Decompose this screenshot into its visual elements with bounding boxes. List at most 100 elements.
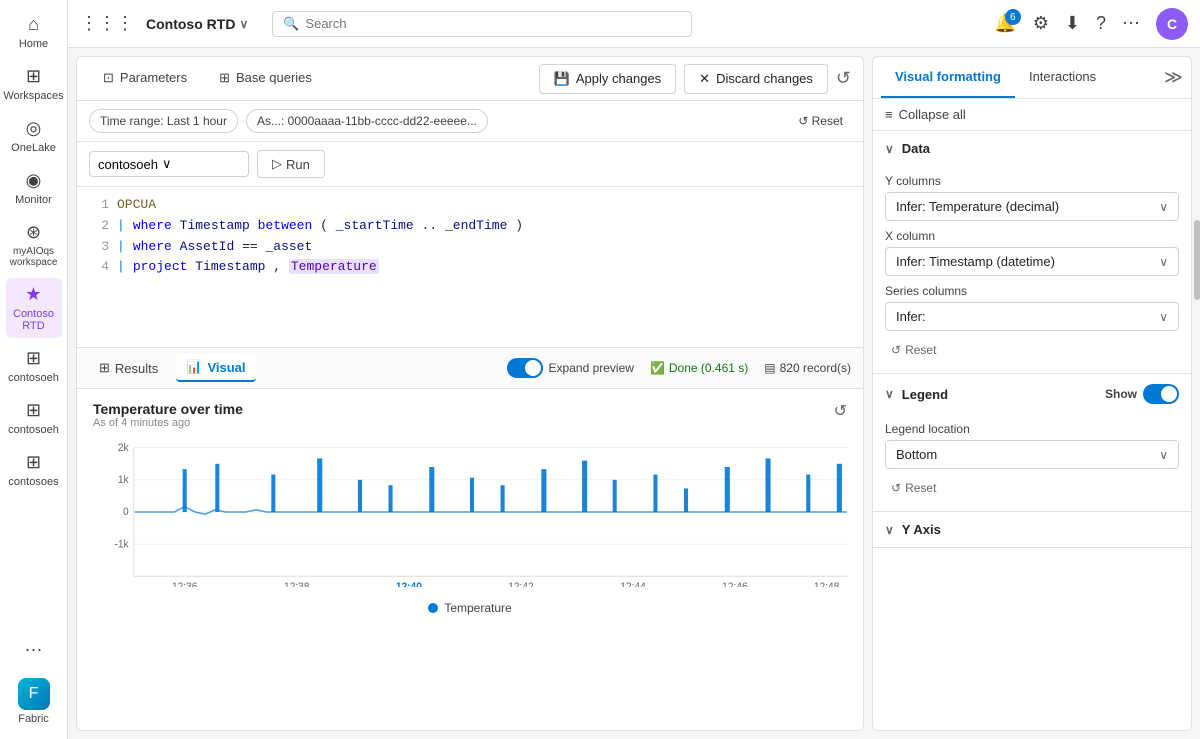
sidebar-item-contosoes[interactable]: ⊞ contosoes bbox=[6, 446, 62, 494]
discard-icon: ✕ bbox=[699, 71, 710, 87]
share-icon[interactable]: ⋯ bbox=[1122, 13, 1140, 34]
collapse-all-button[interactable]: ≡ Collapse all bbox=[873, 99, 1191, 131]
download-icon[interactable]: ⬇ bbox=[1065, 13, 1080, 34]
avatar[interactable]: C bbox=[1156, 8, 1188, 40]
sidebar-item-monitor[interactable]: ◉ Monitor bbox=[6, 164, 62, 212]
sidebar-item-label: contosoeh bbox=[8, 424, 59, 436]
app-grid-icon[interactable]: ⋮⋮⋮ bbox=[80, 13, 134, 34]
tab-parameters[interactable]: ⊡ Parameters bbox=[89, 62, 201, 96]
collapse-icon: ≡ bbox=[885, 107, 893, 122]
sidebar-item-contosoeh2[interactable]: ⊞ contosoeh bbox=[6, 394, 62, 442]
svg-text:12:36: 12:36 bbox=[172, 582, 198, 587]
settings-icon[interactable]: ⚙ bbox=[1033, 13, 1049, 34]
legend-reset-button[interactable]: ↺ Reset bbox=[885, 477, 1179, 499]
legend-location-dropdown[interactable]: Bottom ∨ bbox=[885, 440, 1179, 469]
chart-refresh-icon[interactable]: ↺ bbox=[834, 401, 847, 421]
expand-preview-toggle[interactable]: Expand preview bbox=[507, 358, 634, 378]
y-columns-label: Y columns bbox=[885, 174, 1179, 188]
series-columns-dropdown[interactable]: Infer: ∨ bbox=[885, 302, 1179, 331]
top-navigation: ⋮⋮⋮ Contoso RTD ∨ 🔍 🔔 6 ⚙ ⬇ ? ⋯ C bbox=[68, 0, 1200, 48]
query-panel: ⊡ Parameters ⊞ Base queries 💾 Apply chan… bbox=[76, 56, 864, 731]
right-panel-body: ≡ Collapse all ∨ Data Y columns Infer: T… bbox=[873, 99, 1191, 730]
chart-subtitle: As of 4 minutes ago bbox=[93, 417, 243, 429]
database-selector[interactable]: contosoeh ∨ bbox=[89, 151, 249, 177]
help-icon[interactable]: ? bbox=[1096, 13, 1106, 34]
y-axis-chevron-icon: ∨ bbox=[885, 523, 894, 537]
tab-visual[interactable]: 📊 Visual bbox=[176, 354, 255, 382]
right-panel: Visual formatting Interactions ≫ ≡ Colla… bbox=[872, 56, 1192, 731]
run-button[interactable]: ▷ Run bbox=[257, 150, 325, 178]
chart-visualization: 2k 1k 0 -1k bbox=[93, 437, 847, 597]
discard-changes-button[interactable]: ✕ Discard changes bbox=[684, 64, 828, 94]
sidebar-item-workspaces[interactable]: ⊞ Workspaces bbox=[6, 60, 62, 108]
myaioqs-icon: ⊛ bbox=[26, 222, 41, 243]
check-icon: ✅ bbox=[650, 361, 665, 375]
svg-text:2k: 2k bbox=[118, 443, 130, 454]
search-box[interactable]: 🔍 bbox=[272, 11, 692, 37]
data-reset-button[interactable]: ↺ Reset bbox=[885, 339, 1179, 361]
legend-location-chevron-icon: ∨ bbox=[1159, 448, 1168, 462]
sidebar-item-label: Workspaces bbox=[3, 90, 63, 102]
onelake-icon: ◎ bbox=[26, 118, 42, 139]
results-status-row: Expand preview ✅ Done (0.461 s) ▤ 820 re… bbox=[507, 358, 851, 378]
app-name-chevron-icon: ∨ bbox=[239, 17, 248, 31]
svg-text:1k: 1k bbox=[118, 475, 130, 486]
nav-icons: 🔔 6 ⚙ ⬇ ? ⋯ C bbox=[994, 8, 1188, 40]
more-options[interactable]: ··· bbox=[17, 631, 51, 668]
legend-dot bbox=[428, 603, 438, 613]
legend-section-content: Legend location Bottom ∨ ↺ Reset bbox=[873, 422, 1191, 511]
tab-interactions[interactable]: Interactions bbox=[1015, 57, 1110, 98]
asset-filter[interactable]: As...: 0000aaaa-11bb-cccc-dd22-eeeee... bbox=[246, 109, 488, 133]
tab-base-queries[interactable]: ⊞ Base queries bbox=[205, 62, 326, 96]
sidebar-item-home[interactable]: ⌂ Home bbox=[6, 8, 62, 56]
x-column-chevron-icon: ∨ bbox=[1159, 255, 1168, 269]
fabric-home[interactable]: F Fabric bbox=[6, 672, 62, 731]
search-input[interactable] bbox=[305, 16, 681, 31]
expand-panel-icon[interactable]: ≫ bbox=[1164, 67, 1183, 88]
time-range-filter[interactable]: Time range: Last 1 hour bbox=[89, 109, 238, 133]
svg-text:12:48: 12:48 bbox=[814, 582, 840, 587]
legend-chevron-icon: ∨ bbox=[885, 387, 894, 401]
x-column-dropdown[interactable]: Infer: Timestamp (datetime) ∨ bbox=[885, 247, 1179, 276]
svg-text:12:44: 12:44 bbox=[620, 582, 646, 587]
code-editor[interactable]: 1 OPCUA 2 | where Timestamp between ( _s… bbox=[77, 187, 863, 347]
contosortd-icon: ★ bbox=[25, 284, 41, 305]
sidebar-item-onelake[interactable]: ◎ OneLake bbox=[6, 112, 62, 160]
visual-chart-icon: 📊 bbox=[186, 359, 202, 375]
y-axis-section-header[interactable]: ∨ Y Axis bbox=[873, 512, 1191, 547]
sidebar-item-contosoeh[interactable]: ⊞ contosoeh bbox=[6, 342, 62, 390]
sidebar-item-label: Home bbox=[19, 38, 48, 50]
apply-changes-icon: 💾 bbox=[554, 71, 570, 87]
chart-legend: Temperature bbox=[93, 601, 847, 615]
code-line-2: 2 | where Timestamp between ( _startTime… bbox=[89, 216, 851, 237]
base-queries-icon: ⊞ bbox=[219, 70, 230, 86]
legend-show-toggle[interactable]: Show bbox=[1105, 384, 1179, 404]
series-columns-chevron-icon: ∨ bbox=[1159, 310, 1168, 324]
data-section-content: Y columns Infer: Temperature (decimal) ∨… bbox=[873, 174, 1191, 373]
y-axis-section: ∨ Y Axis bbox=[873, 512, 1191, 548]
code-line-1: 1 OPCUA bbox=[89, 195, 851, 216]
data-section-header[interactable]: ∨ Data bbox=[873, 131, 1191, 166]
legend-section-header[interactable]: ∨ Legend Show bbox=[873, 374, 1191, 414]
tab-visual-formatting[interactable]: Visual formatting bbox=[881, 57, 1015, 98]
y-columns-dropdown[interactable]: Infer: Temperature (decimal) ∨ bbox=[885, 192, 1179, 221]
reset-button[interactable]: ↺ Reset bbox=[790, 110, 851, 132]
code-line-4: 4 | project Timestamp , Temperature bbox=[89, 257, 851, 278]
app-name[interactable]: Contoso RTD ∨ bbox=[146, 16, 248, 32]
sidebar-item-myaioqs[interactable]: ⊛ myAIOqs workspace bbox=[6, 216, 62, 274]
sidebar-item-label: Monitor bbox=[15, 194, 52, 206]
sidebar-item-contosortd[interactable]: ★ Contoso RTD bbox=[6, 278, 62, 338]
chart-title: Temperature over time bbox=[93, 401, 243, 417]
refresh-icon[interactable]: ↺ bbox=[836, 68, 851, 89]
legend-location-label: Legend location bbox=[885, 422, 1179, 436]
content-area: ⊡ Parameters ⊞ Base queries 💾 Apply chan… bbox=[68, 48, 1200, 739]
monitor-icon: ◉ bbox=[26, 170, 42, 191]
legend-toggle-switch[interactable] bbox=[1143, 384, 1179, 404]
right-panel-header: Visual formatting Interactions ≫ bbox=[873, 57, 1191, 99]
status-done: ✅ Done (0.461 s) bbox=[650, 361, 748, 375]
bell-icon[interactable]: 🔔 6 bbox=[994, 13, 1016, 34]
data-chevron-icon: ∨ bbox=[885, 142, 894, 156]
tab-results[interactable]: ⊞ Results bbox=[89, 355, 168, 381]
apply-changes-button[interactable]: 💾 Apply changes bbox=[539, 64, 676, 94]
toggle-switch-control[interactable] bbox=[507, 358, 543, 378]
